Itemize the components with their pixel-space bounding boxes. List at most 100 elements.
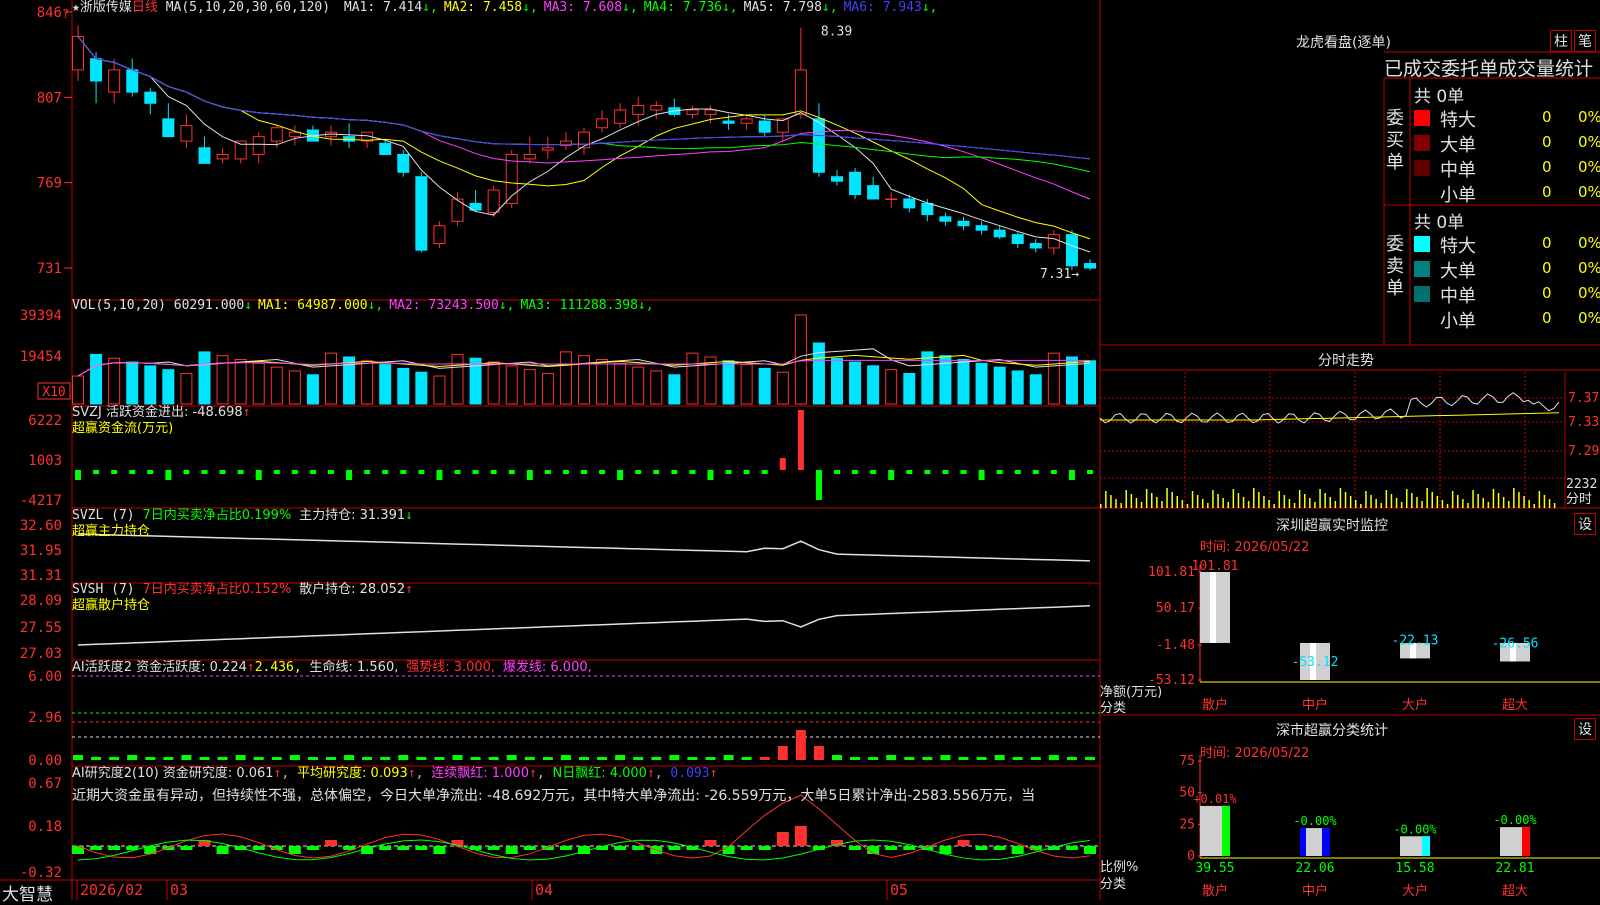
order-row-label: 大单	[1440, 261, 1476, 282]
ai1-bar	[524, 757, 535, 760]
ai2-bar	[1011, 846, 1024, 854]
svzj-bar	[273, 470, 280, 474]
period-label[interactable]: 日线	[132, 0, 158, 15]
stock-name[interactable]: 浙版传媒	[80, 0, 132, 15]
title-bar: ★浙版传媒日线 MA(5,10,20,30,60,120) MA1: 7.414…	[72, 0, 938, 16]
ai2-bar	[1084, 846, 1096, 854]
fs-vol-bar	[1217, 494, 1219, 508]
ai2-bar	[975, 846, 988, 850]
svzj-bar	[382, 470, 389, 474]
candle-body	[975, 225, 988, 231]
ai2-axis-label: 0.18	[28, 819, 62, 835]
svzj-bar	[761, 470, 768, 474]
fs-vol-bar	[1253, 488, 1255, 508]
order-color-swatch	[1414, 236, 1430, 252]
vol-bar	[90, 353, 103, 405]
candle-body	[415, 176, 428, 251]
svzl-axis-label: 31.95	[20, 543, 62, 559]
ai1-bar	[91, 757, 102, 760]
vol-bar	[921, 351, 934, 405]
candle-body	[867, 185, 880, 200]
vol-bar	[108, 357, 121, 405]
svzj-bar	[1032, 470, 1039, 474]
fs-vol-bar	[1431, 492, 1433, 508]
ai1-bar	[615, 755, 626, 760]
vol-bar	[162, 369, 175, 405]
ai2-bar	[90, 846, 103, 850]
candle-body	[198, 147, 211, 164]
candle-body	[957, 220, 970, 227]
bi-button[interactable]: 笔	[1574, 30, 1596, 52]
vol-bar	[885, 369, 898, 405]
svzj-bar	[906, 470, 913, 474]
ai2-bar	[758, 846, 771, 850]
svzj-bar	[996, 470, 1003, 474]
sc-xlabel: 分类	[1100, 877, 1127, 892]
sc-category-label: 中户	[1302, 883, 1328, 899]
ma-arrow: ↓,	[921, 0, 938, 15]
vol-bar	[415, 371, 428, 405]
brand-label[interactable]: 大智慧	[2, 880, 53, 905]
vol-bar	[505, 365, 518, 405]
sc-settings-button[interactable]: 设	[1574, 718, 1596, 740]
candle-body	[722, 120, 735, 124]
candle-body	[126, 69, 139, 93]
price-axis-label: 807	[37, 90, 62, 106]
ai1-bar	[307, 757, 318, 760]
ai1-bar	[1066, 757, 1077, 760]
ai2-bar	[487, 846, 500, 850]
vol-bar	[849, 361, 862, 405]
price-axis-label: 769	[37, 176, 62, 192]
zhu-button[interactable]: 柱	[1550, 30, 1572, 52]
svzj-label: SVZJ 活跃资金进出: -48.698	[72, 405, 243, 420]
svzj-bar	[635, 470, 642, 474]
sz-category-label: 散户	[1202, 697, 1228, 713]
sc-value-label: 22.81	[1495, 861, 1534, 876]
svzj-bar	[400, 470, 407, 474]
sc-axis-label: 0	[1187, 849, 1195, 864]
svsh-ratio: 7日内买卖净占比0.152%	[142, 582, 292, 597]
fs-vol-bar	[1151, 493, 1153, 508]
sell-block-total: 共 0单	[1414, 213, 1465, 233]
vol-bar	[776, 371, 789, 405]
order-row-label: 中单	[1440, 160, 1476, 181]
svzj-bar	[111, 470, 118, 474]
ai2-bar	[740, 846, 753, 850]
vol-bar	[686, 352, 699, 405]
fs-vol-bar	[1360, 504, 1362, 508]
order-row-pct: 0%	[1578, 234, 1600, 252]
vol-ma-list: MA1: 64987.000↓, MA2: 73243.500↓, MA3: 111…	[252, 298, 654, 313]
fs-vol-bar	[1176, 496, 1178, 508]
fs-vol-bar	[1105, 491, 1107, 508]
vol-bar	[252, 362, 265, 405]
ai1-bar	[868, 757, 879, 760]
sz-title: 深圳超赢实时监控	[1276, 518, 1388, 534]
svzj-bar	[725, 470, 732, 474]
fs-axis-label: 7.33	[1568, 415, 1599, 430]
fs-vol-bar	[1202, 499, 1204, 508]
star-icon[interactable]: ★	[72, 0, 80, 15]
sc-axis-label: 75	[1179, 754, 1195, 769]
chart-canvas[interactable]: 846 807 769 731? 8.39 7.31→ 39394 19454 X10 6222 1…	[0, 0, 1600, 900]
candle-body	[1065, 234, 1078, 267]
ai2-bar	[885, 846, 898, 850]
candle-body	[614, 109, 627, 124]
sc-bar-accent	[1422, 836, 1430, 856]
ai2-bar	[957, 840, 970, 846]
fs-vol-bar	[1258, 492, 1260, 508]
sc-bar-accent	[1322, 828, 1330, 856]
vol-bar	[325, 352, 337, 405]
vol-bar	[270, 366, 283, 405]
candle-body	[740, 118, 753, 124]
fs-vol-bar	[1120, 503, 1122, 508]
svzj-bar	[1050, 470, 1057, 474]
svzj-bar	[129, 470, 136, 474]
ai1-legend: AI活跃度2 资金活跃度: 0.224↑2.436, 生命线: 1.560, 强…	[72, 660, 592, 676]
price-axis-label: 846	[37, 5, 62, 21]
vol-ma-item: MA2: 73243.500	[389, 298, 499, 313]
sz-settings-button[interactable]: 设	[1574, 513, 1596, 535]
ai2-bar	[794, 826, 807, 846]
vol-bar	[614, 362, 627, 405]
fs-vol-bar	[1467, 503, 1469, 508]
fs-vol-bar	[1492, 489, 1495, 508]
